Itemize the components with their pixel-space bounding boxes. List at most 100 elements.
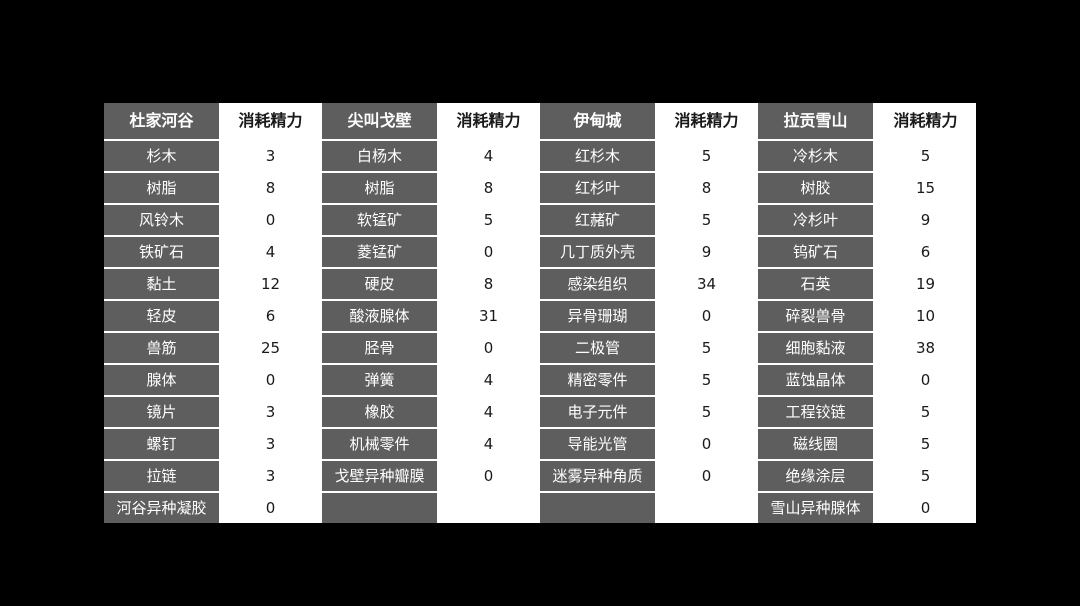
cell-item-name-col4: 树胶 <box>758 173 875 205</box>
table-row: 风铃木 0 软锰矿 5 红赭矿 5 冷杉叶 9 <box>104 205 976 237</box>
cell-item-name-col1: 黏土 <box>104 269 221 301</box>
cell-item-name-col3: 红杉木 <box>540 141 657 173</box>
header-energy-2: 消耗精力 <box>439 103 540 141</box>
cell-energy-value-col2: 4 <box>439 397 540 429</box>
cell-item-name-col4: 磁线圈 <box>758 429 875 461</box>
cell-energy-value-col3: 34 <box>657 269 758 301</box>
cell-energy-value-col1: 12 <box>221 269 322 301</box>
cell-energy-value-col4: 0 <box>875 365 976 397</box>
cell-item-name-col2: 橡胶 <box>322 397 439 429</box>
resource-energy-table: 杜家河谷 消耗精力 尖叫戈壁 消耗精力 伊甸城 消耗精力 拉贡雪山 消耗精力 杉… <box>104 103 976 523</box>
cell-item-name-col1: 杉木 <box>104 141 221 173</box>
cell-energy-value-col2: 4 <box>439 429 540 461</box>
cell-item-name-col4: 细胞黏液 <box>758 333 875 365</box>
cell-energy-value-col2 <box>439 493 540 523</box>
cell-item-name-col1: 螺钉 <box>104 429 221 461</box>
cell-energy-value-col3: 0 <box>657 461 758 493</box>
cell-item-name-col1: 树脂 <box>104 173 221 205</box>
cell-item-name-col3: 感染组织 <box>540 269 657 301</box>
header-energy-4: 消耗精力 <box>875 103 976 141</box>
cell-item-name-col3: 迷雾异种角质 <box>540 461 657 493</box>
cell-item-name-col3 <box>540 493 657 523</box>
cell-item-name-col3: 红赭矿 <box>540 205 657 237</box>
cell-energy-value-col2: 0 <box>439 333 540 365</box>
cell-energy-value-col1: 0 <box>221 205 322 237</box>
cell-energy-value-col1: 3 <box>221 397 322 429</box>
cell-item-name-col3: 二极管 <box>540 333 657 365</box>
cell-energy-value-col1: 0 <box>221 493 322 523</box>
cell-energy-value-col3: 5 <box>657 141 758 173</box>
table-row: 黏土 12 硬皮 8 感染组织 34 石英 19 <box>104 269 976 301</box>
cell-energy-value-col1: 3 <box>221 461 322 493</box>
cell-energy-value-col4: 19 <box>875 269 976 301</box>
cell-energy-value-col4: 5 <box>875 429 976 461</box>
table-header: 杜家河谷 消耗精力 尖叫戈壁 消耗精力 伊甸城 消耗精力 拉贡雪山 消耗精力 <box>104 103 976 141</box>
table-row: 树脂 8 树脂 8 红杉叶 8 树胶 15 <box>104 173 976 205</box>
cell-item-name-col3: 几丁质外壳 <box>540 237 657 269</box>
cell-item-name-col1: 镜片 <box>104 397 221 429</box>
table-row: 铁矿石 4 菱锰矿 0 几丁质外壳 9 钨矿石 6 <box>104 237 976 269</box>
table-row: 拉链 3 戈壁异种瓣膜 0 迷雾异种角质 0 绝缘涂层 5 <box>104 461 976 493</box>
cell-energy-value-col4: 38 <box>875 333 976 365</box>
cell-item-name-col3: 异骨珊瑚 <box>540 301 657 333</box>
cell-energy-value-col3: 8 <box>657 173 758 205</box>
cell-item-name-col2 <box>322 493 439 523</box>
cell-energy-value-col2: 31 <box>439 301 540 333</box>
cell-energy-value-col2: 5 <box>439 205 540 237</box>
cell-energy-value-col4: 6 <box>875 237 976 269</box>
table-body: 杉木 3 白杨木 4 红杉木 5 冷杉木 5 树脂 8 树脂 8 红杉叶 8 树胶 15 风铃木 0 软锰矿 5 红赭矿… <box>104 141 976 523</box>
resource-energy-table-container: 杜家河谷 消耗精力 尖叫戈壁 消耗精力 伊甸城 消耗精力 拉贡雪山 消耗精力 杉… <box>104 103 976 523</box>
cell-item-name-col4: 绝缘涂层 <box>758 461 875 493</box>
cell-item-name-col2: 机械零件 <box>322 429 439 461</box>
cell-energy-value-col1: 4 <box>221 237 322 269</box>
header-energy-3: 消耗精力 <box>657 103 758 141</box>
cell-item-name-col4: 石英 <box>758 269 875 301</box>
cell-energy-value-col4: 9 <box>875 205 976 237</box>
cell-item-name-col2: 树脂 <box>322 173 439 205</box>
cell-item-name-col1: 轻皮 <box>104 301 221 333</box>
cell-energy-value-col1: 3 <box>221 141 322 173</box>
cell-item-name-col3: 红杉叶 <box>540 173 657 205</box>
cell-item-name-col1: 河谷异种凝胶 <box>104 493 221 523</box>
cell-energy-value-col1: 6 <box>221 301 322 333</box>
cell-item-name-col2: 菱锰矿 <box>322 237 439 269</box>
cell-item-name-col4: 雪山异种腺体 <box>758 493 875 523</box>
cell-energy-value-col4: 5 <box>875 461 976 493</box>
table-row: 轻皮 6 酸液腺体 31 异骨珊瑚 0 碎裂兽骨 10 <box>104 301 976 333</box>
cell-item-name-col1: 拉链 <box>104 461 221 493</box>
cell-item-name-col4: 蓝蚀晶体 <box>758 365 875 397</box>
cell-item-name-col4: 钨矿石 <box>758 237 875 269</box>
cell-energy-value-col2: 0 <box>439 237 540 269</box>
table-row: 镜片 3 橡胶 4 电子元件 5 工程铰链 5 <box>104 397 976 429</box>
table-row: 兽筋 25 胫骨 0 二极管 5 细胞黏液 38 <box>104 333 976 365</box>
cell-item-name-col4: 冷杉叶 <box>758 205 875 237</box>
cell-item-name-col1: 腺体 <box>104 365 221 397</box>
cell-energy-value-col3: 5 <box>657 365 758 397</box>
cell-energy-value-col3: 5 <box>657 205 758 237</box>
header-region-4: 拉贡雪山 <box>758 103 875 141</box>
cell-item-name-col4: 工程铰链 <box>758 397 875 429</box>
cell-item-name-col3: 精密零件 <box>540 365 657 397</box>
cell-energy-value-col2: 4 <box>439 365 540 397</box>
cell-energy-value-col4: 10 <box>875 301 976 333</box>
table-header-row: 杜家河谷 消耗精力 尖叫戈壁 消耗精力 伊甸城 消耗精力 拉贡雪山 消耗精力 <box>104 103 976 141</box>
header-region-3: 伊甸城 <box>540 103 657 141</box>
cell-item-name-col2: 戈壁异种瓣膜 <box>322 461 439 493</box>
header-energy-1: 消耗精力 <box>221 103 322 141</box>
cell-item-name-col1: 铁矿石 <box>104 237 221 269</box>
cell-item-name-col4: 冷杉木 <box>758 141 875 173</box>
cell-item-name-col2: 弹簧 <box>322 365 439 397</box>
cell-item-name-col3: 导能光管 <box>540 429 657 461</box>
cell-item-name-col3: 电子元件 <box>540 397 657 429</box>
table-row: 河谷异种凝胶 0 雪山异种腺体 0 <box>104 493 976 523</box>
screen-root: 杜家河谷 消耗精力 尖叫戈壁 消耗精力 伊甸城 消耗精力 拉贡雪山 消耗精力 杉… <box>0 0 1080 606</box>
cell-item-name-col2: 硬皮 <box>322 269 439 301</box>
table-row: 腺体 0 弹簧 4 精密零件 5 蓝蚀晶体 0 <box>104 365 976 397</box>
cell-energy-value-col2: 4 <box>439 141 540 173</box>
cell-item-name-col1: 兽筋 <box>104 333 221 365</box>
cell-energy-value-col3 <box>657 493 758 523</box>
table-row: 杉木 3 白杨木 4 红杉木 5 冷杉木 5 <box>104 141 976 173</box>
cell-item-name-col2: 酸液腺体 <box>322 301 439 333</box>
cell-energy-value-col2: 8 <box>439 173 540 205</box>
cell-energy-value-col4: 15 <box>875 173 976 205</box>
